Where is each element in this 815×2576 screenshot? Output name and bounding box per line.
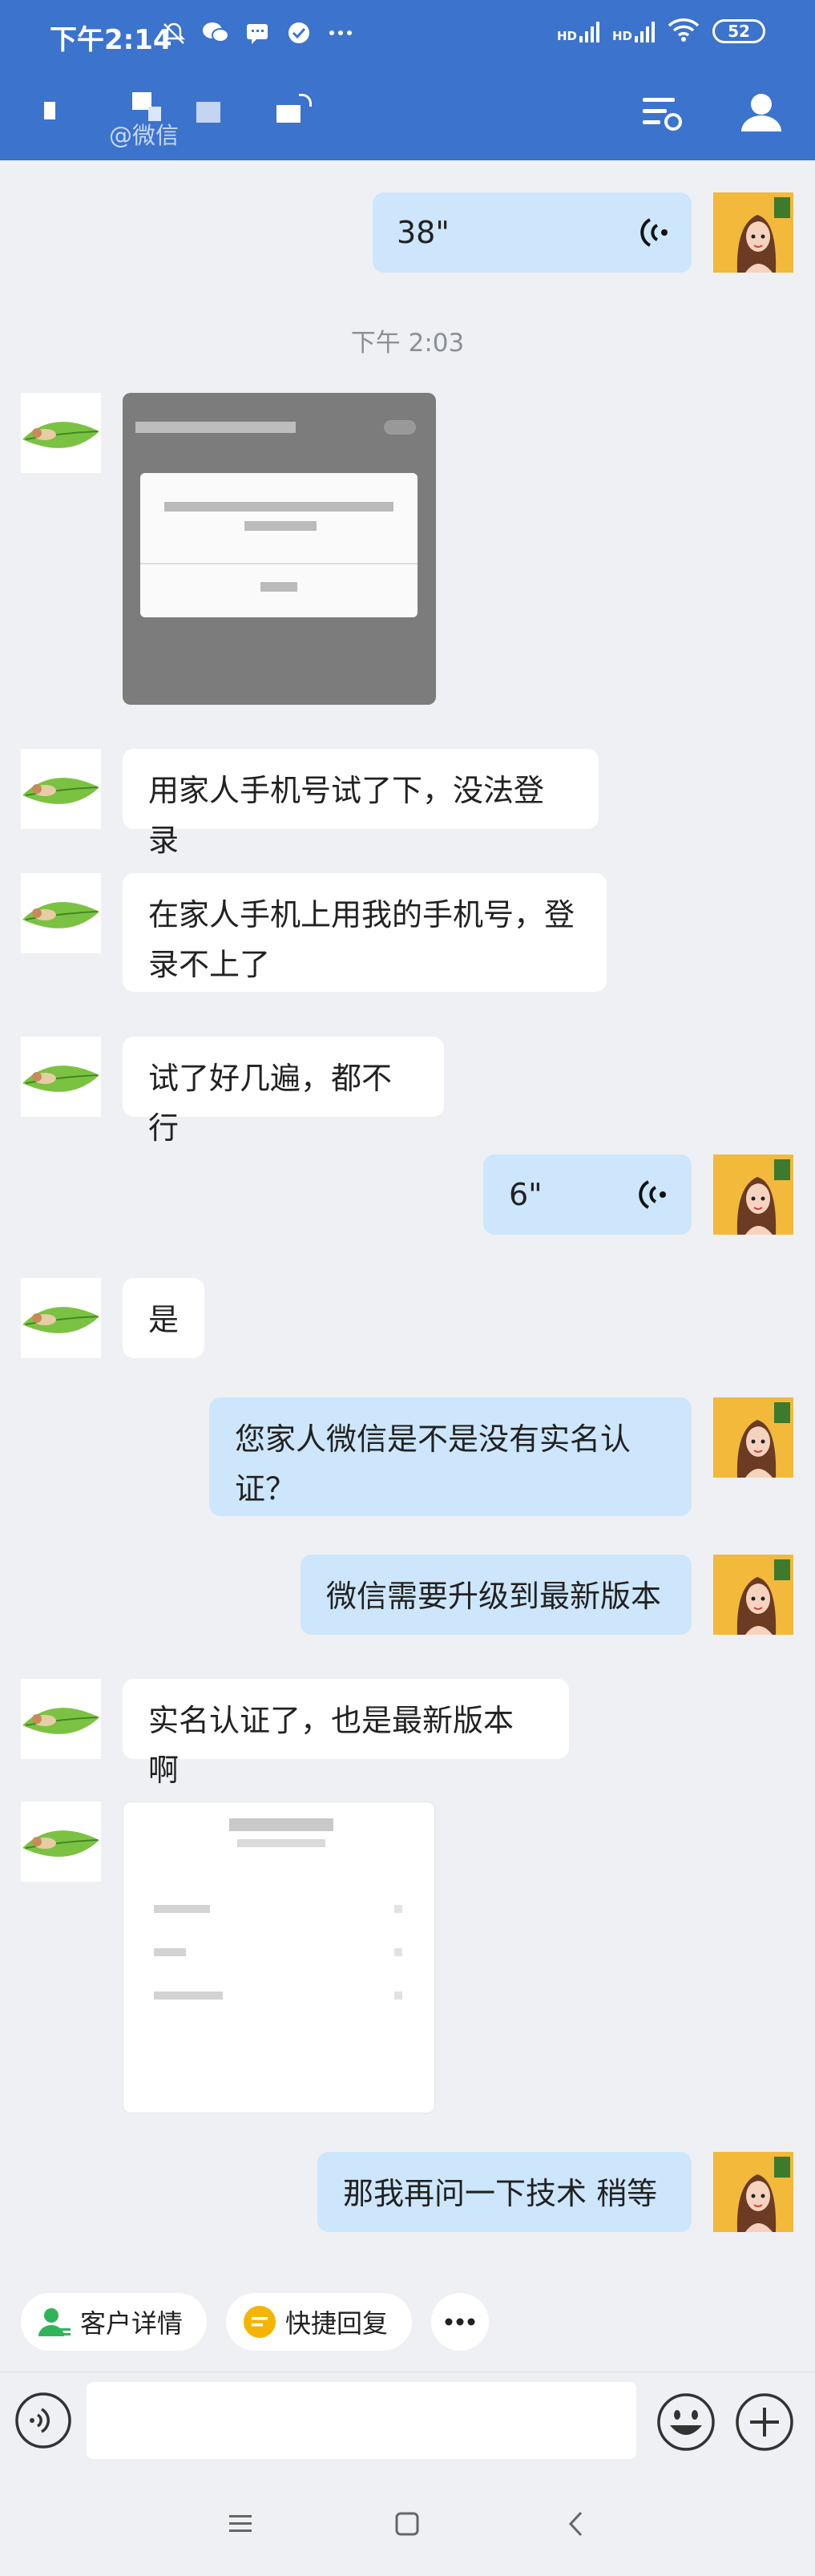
quick-reply-label: 快捷回复 — [285, 2308, 389, 2339]
my-avatar[interactable] — [713, 2152, 793, 2232]
avatar-illustration-icon — [713, 192, 793, 273]
image-message[interactable] — [123, 393, 436, 705]
signal-2: HD — [612, 20, 655, 42]
network-1-label: HD — [556, 29, 577, 43]
message-text-input[interactable] — [87, 2382, 636, 2459]
home-button[interactable] — [391, 2508, 423, 2540]
leaf-avatar-icon — [21, 749, 101, 829]
avatar-illustration-icon — [713, 1155, 793, 1235]
alarm-off-icon — [160, 19, 188, 47]
customer-detail-button[interactable]: 客户详情 — [21, 2293, 207, 2351]
contact-name-blurred — [44, 92, 317, 124]
quick-reply-icon — [244, 2306, 276, 2338]
leaf-avatar-icon — [21, 873, 101, 953]
battery-indicator: 52 — [712, 19, 765, 43]
quick-action-bar: 客户详情 快捷回复 — [0, 2272, 815, 2372]
customer-avatar[interactable] — [21, 1037, 101, 1117]
message-timestamp: 下午 2:03 — [350, 329, 465, 358]
my-avatar[interactable] — [713, 1155, 793, 1235]
contact-source-subtitle: @微信 — [109, 122, 180, 149]
list-settings-icon — [643, 98, 682, 131]
image-dialog-preview — [140, 473, 418, 617]
text-message[interactable]: 在家人手机上用我的手机号，登 录不上了 — [123, 873, 607, 992]
avatar-illustration-icon — [713, 1555, 793, 1635]
customer-avatar[interactable] — [21, 749, 101, 829]
my-avatar[interactable] — [713, 1397, 793, 1478]
person-icon — [741, 94, 781, 131]
leaf-avatar-icon — [21, 1679, 101, 1759]
text-message-line: 在家人手机上用我的手机号，登 — [148, 897, 575, 932]
customer-avatar[interactable] — [21, 1679, 101, 1759]
text-message-line: 录不上了 — [148, 947, 271, 982]
filter-settings-button[interactable] — [633, 85, 689, 141]
text-message[interactable]: 那我再问一下技术 稍等 — [317, 2152, 692, 2232]
my-avatar[interactable] — [713, 192, 793, 273]
wechat-icon — [202, 19, 229, 47]
customer-avatar[interactable] — [21, 1802, 101, 1882]
voice-message-bubble[interactable]: 38" — [373, 192, 692, 273]
emoji-icon — [657, 2393, 715, 2451]
quick-reply-button[interactable]: 快捷回复 — [226, 2293, 412, 2351]
voice-input-button[interactable] — [14, 2392, 72, 2449]
customer-avatar[interactable] — [21, 873, 101, 953]
check-circle-icon — [285, 19, 313, 47]
system-navigation-bar — [0, 2479, 815, 2576]
voice-playback-icon — [640, 218, 668, 247]
more-notifications-icon — [327, 19, 354, 47]
voice-input-icon — [15, 2392, 71, 2449]
emoji-button[interactable] — [656, 2392, 716, 2453]
contact-profile-button[interactable] — [733, 85, 789, 141]
my-avatar[interactable] — [713, 1555, 793, 1635]
status-system-icons: HD HD 52 — [557, 18, 765, 45]
text-message-line: 您家人微信是不是没有实名认 — [235, 1421, 631, 1457]
image-message[interactable] — [123, 1802, 435, 2113]
signal-1: HD — [557, 20, 599, 42]
home-square-icon — [395, 2512, 419, 2536]
customer-avatar[interactable] — [21, 1278, 101, 1358]
recent-apps-button[interactable] — [224, 2508, 256, 2540]
customer-detail-label: 客户详情 — [80, 2308, 184, 2339]
voice-message-bubble[interactable]: 6" — [483, 1155, 692, 1235]
signal-2-icon — [635, 22, 655, 42]
leaf-avatar-icon — [21, 1278, 101, 1358]
network-2-label: HD — [611, 29, 632, 43]
top-bar: 下午2:14 HD HD 52 @微信 — [0, 0, 815, 160]
text-message[interactable]: 您家人微信是不是没有实名认 证？ — [209, 1397, 692, 1516]
text-message[interactable]: 试了好几遍，都不行 — [123, 1037, 444, 1146]
plus-icon — [736, 2393, 793, 2451]
avatar-illustration-icon — [713, 2152, 793, 2232]
leaf-avatar-icon — [21, 1802, 101, 1882]
menu-lines-icon — [229, 2515, 252, 2532]
more-actions-button[interactable] — [431, 2293, 489, 2351]
add-attachment-button[interactable] — [734, 2392, 795, 2453]
avatar-illustration-icon — [713, 1397, 793, 1478]
back-chevron-icon — [568, 2511, 583, 2537]
status-time: 下午2:14 — [50, 24, 172, 56]
signal-1-icon — [579, 22, 599, 42]
message-input-bar — [0, 2372, 815, 2477]
text-message[interactable]: 用家人手机号试了下，没法登录 — [123, 749, 599, 858]
wifi-icon — [668, 18, 700, 45]
customer-avatar[interactable] — [21, 393, 101, 473]
back-button[interactable] — [561, 2508, 593, 2540]
leaf-avatar-icon — [21, 393, 101, 473]
voice-playback-icon — [639, 1180, 666, 1209]
status-notification-icons — [160, 19, 354, 47]
more-dots-icon — [445, 2318, 475, 2326]
customer-detail-icon — [38, 2308, 71, 2336]
voice-duration: 38" — [397, 215, 450, 250]
text-message[interactable]: 是 — [123, 1278, 204, 1358]
voice-duration: 6" — [509, 1177, 543, 1212]
text-message[interactable]: 实名认证了，也是最新版本啊 — [123, 1679, 569, 1788]
leaf-avatar-icon — [21, 1037, 101, 1117]
message-icon — [244, 19, 271, 47]
text-message[interactable]: 微信需要升级到最新版本 — [301, 1555, 692, 1635]
text-message-line: 证？ — [235, 1471, 297, 1506]
